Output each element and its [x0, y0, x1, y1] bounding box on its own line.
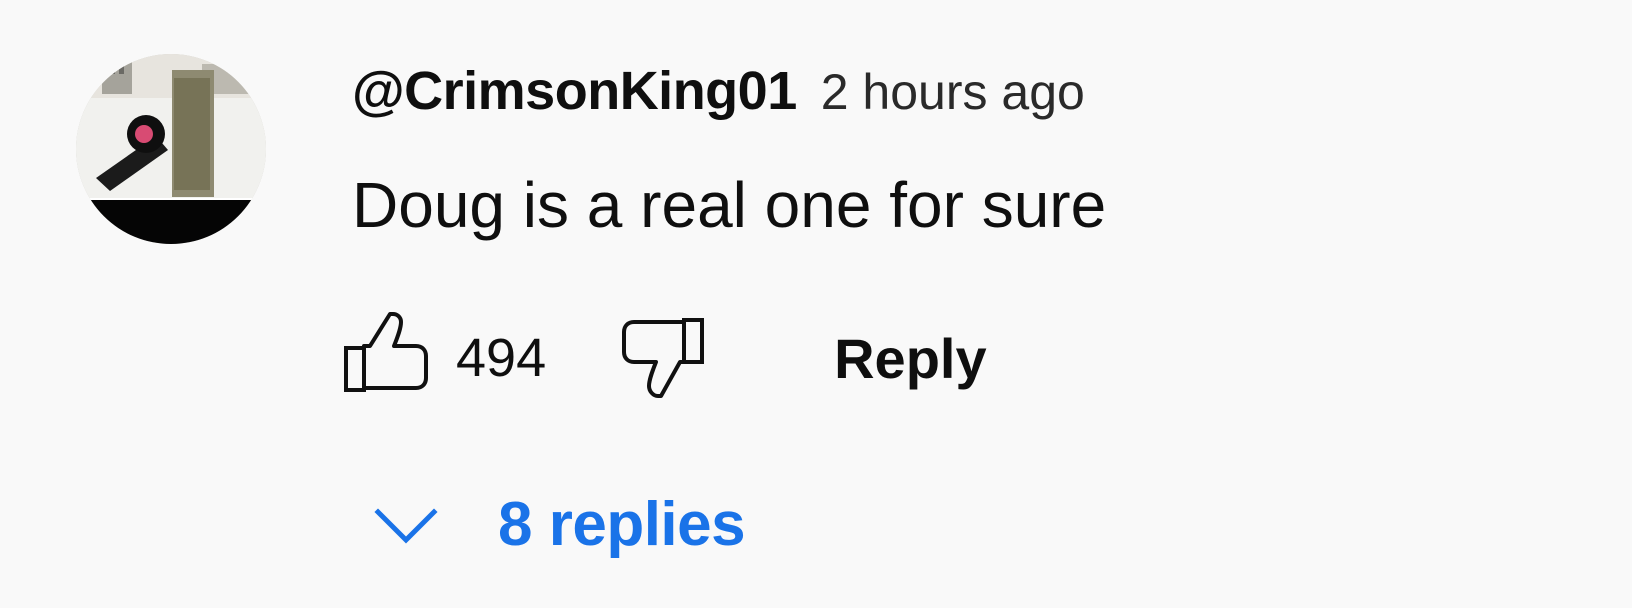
- comment-text: Doug is a real one for sure: [352, 169, 1107, 241]
- comment-actions: 494 Reply: [336, 312, 987, 404]
- comment-timestamp[interactable]: 2 hours ago: [821, 63, 1085, 121]
- avatar[interactable]: [76, 54, 266, 244]
- replies-label: 8 replies: [498, 489, 746, 559]
- dislike-button[interactable]: [616, 312, 712, 404]
- comment-thread: @CrimsonKing01 2 hours ago Doug is a rea…: [0, 0, 1632, 608]
- comment-header: @CrimsonKing01 2 hours ago: [352, 60, 1085, 130]
- chevron-down-icon: [370, 488, 442, 560]
- like-button[interactable]: [336, 312, 432, 404]
- thumbs-down-icon: [622, 318, 705, 398]
- like-count: 494: [456, 328, 547, 388]
- comment-author[interactable]: @CrimsonKing01: [352, 60, 797, 122]
- reply-button[interactable]: Reply: [834, 326, 987, 391]
- replies-toggle-button[interactable]: 8 replies: [370, 478, 746, 570]
- thumbs-up-icon: [344, 312, 428, 392]
